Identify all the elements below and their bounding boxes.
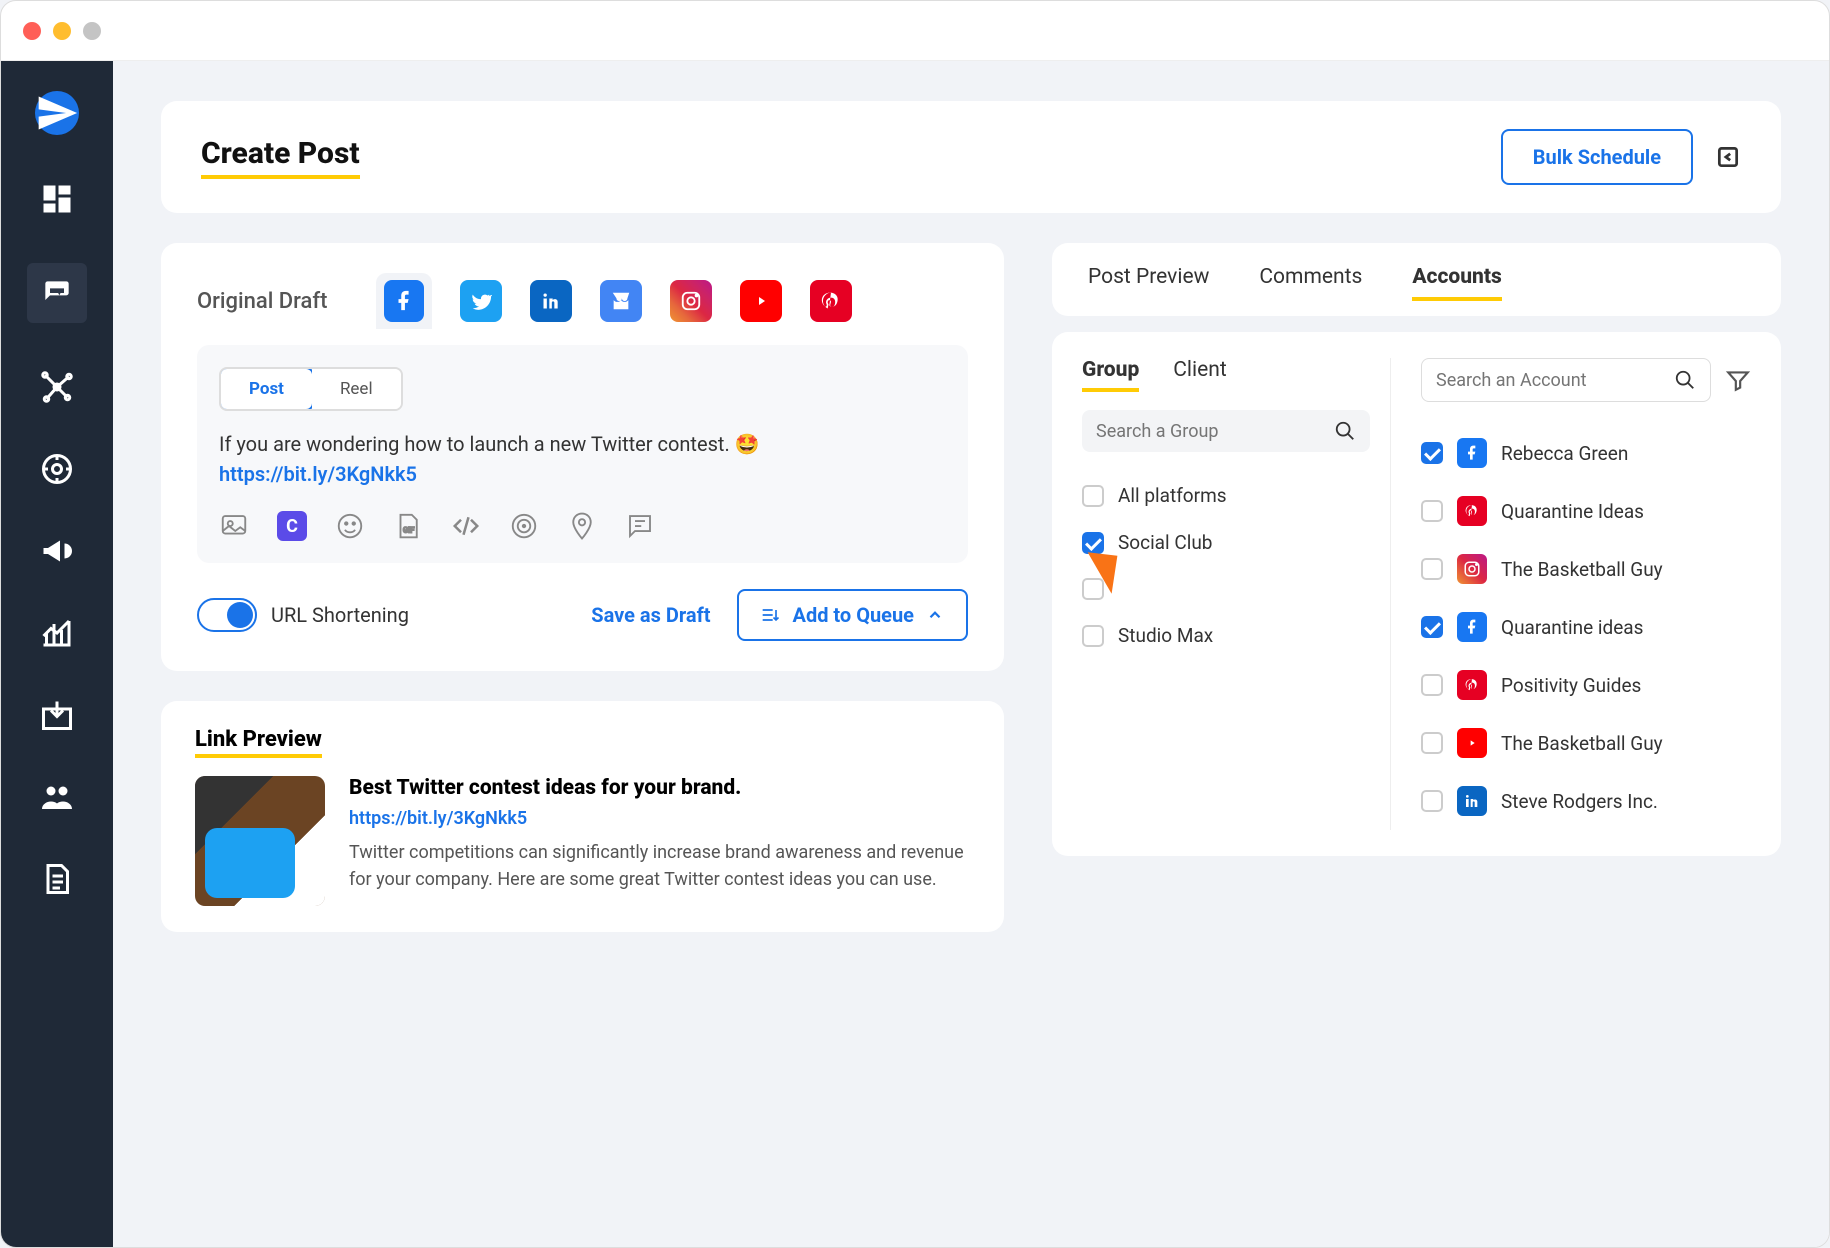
account-checkbox[interactable]: [1421, 732, 1443, 754]
link-preview-title: Link Preview: [195, 727, 322, 758]
collapse-icon[interactable]: [1715, 144, 1741, 170]
account-search-input[interactable]: [1436, 370, 1664, 391]
page-title: Create Post: [201, 136, 360, 179]
accounts-card: Group Client All platforms Social Club: [1052, 332, 1781, 856]
add-to-queue-label: Add to Queue: [793, 603, 915, 627]
media-icon[interactable]: [219, 511, 249, 541]
comment-icon[interactable]: [625, 511, 655, 541]
location-icon[interactable]: [567, 511, 597, 541]
subtab-client[interactable]: Client: [1173, 358, 1226, 392]
account-item[interactable]: Quarantine ideas: [1421, 598, 1751, 656]
original-draft-label: Original Draft: [197, 289, 328, 314]
tab-post-preview[interactable]: Post Preview: [1088, 265, 1209, 301]
platform-facebook[interactable]: [376, 273, 432, 329]
post-text-area[interactable]: If you are wondering how to launch a new…: [219, 429, 946, 489]
subtab-group[interactable]: Group: [1082, 358, 1139, 392]
analytics-icon[interactable]: [39, 615, 75, 651]
url-shortening-label: URL Shortening: [271, 603, 409, 627]
seg-reel[interactable]: Reel: [312, 369, 401, 409]
account-name: Positivity Guides: [1501, 674, 1641, 697]
bulk-schedule-button[interactable]: Bulk Schedule: [1501, 129, 1693, 185]
network-icon[interactable]: [39, 369, 75, 405]
account-item[interactable]: The Basketball Guy: [1421, 540, 1751, 598]
account-checkbox[interactable]: [1421, 500, 1443, 522]
target-icon[interactable]: [509, 511, 539, 541]
account-checkbox[interactable]: [1421, 616, 1443, 638]
gif-icon[interactable]: GIF: [393, 511, 423, 541]
window-close-icon[interactable]: [23, 22, 41, 40]
search-icon: [1334, 420, 1356, 442]
platform-youtube[interactable]: [740, 280, 782, 322]
link-preview-card: Link Preview Best Twitter contest ideas …: [161, 701, 1004, 932]
link-preview-url[interactable]: https://bit.ly/3KgNkk5: [349, 808, 527, 829]
platform-linkedin[interactable]: [530, 280, 572, 322]
post-type-segment: Post Reel: [219, 367, 403, 411]
url-shortening-toggle[interactable]: [197, 598, 257, 632]
emoji-star-struck: 🤩: [735, 432, 760, 456]
link-preview-desc: Twitter competitions can significantly i…: [349, 839, 970, 893]
canva-icon[interactable]: C: [277, 511, 307, 541]
link-preview-headline: Best Twitter contest ideas for your bran…: [349, 776, 970, 800]
support-icon[interactable]: [39, 451, 75, 487]
platform-gmb[interactable]: [600, 280, 642, 322]
account-item[interactable]: Quarantine Ideas: [1421, 482, 1751, 540]
svg-text:GIF: GIF: [403, 525, 414, 534]
account-name: Quarantine ideas: [1501, 616, 1643, 639]
platform-twitter[interactable]: [460, 280, 502, 322]
link-preview-image: [195, 776, 325, 906]
account-checkbox[interactable]: [1421, 674, 1443, 696]
dashboard-icon[interactable]: [39, 181, 75, 217]
group-studio-max[interactable]: Studio Max: [1082, 612, 1370, 659]
tab-accounts[interactable]: Accounts: [1412, 265, 1501, 301]
group-blank[interactable]: [1082, 566, 1370, 612]
team-icon[interactable]: [39, 779, 75, 815]
editor-card: Original Draft Post R: [161, 243, 1004, 671]
tab-comments[interactable]: Comments: [1259, 265, 1362, 301]
account-name: Steve Rodgers Inc.: [1501, 790, 1658, 813]
window-titlebar: [1, 1, 1829, 61]
compose-icon[interactable]: [27, 263, 87, 323]
account-name: Rebecca Green: [1501, 442, 1628, 465]
add-to-queue-button[interactable]: Add to Queue: [737, 589, 969, 641]
save-draft-button[interactable]: Save as Draft: [591, 603, 710, 627]
account-item[interactable]: The Basketball Guy: [1421, 714, 1751, 772]
inbox-icon[interactable]: [39, 697, 75, 733]
window-minimize-icon[interactable]: [53, 22, 71, 40]
account-name: The Basketball Guy: [1501, 558, 1663, 581]
account-item[interactable]: Rebecca Green: [1421, 424, 1751, 482]
group-social-club[interactable]: Social Club: [1082, 519, 1370, 566]
post-text-content: If you are wondering how to launch a new…: [219, 432, 735, 456]
account-item[interactable]: Steve Rodgers Inc.: [1421, 772, 1751, 830]
app-logo-icon[interactable]: [35, 91, 79, 135]
document-icon[interactable]: [39, 861, 75, 897]
code-icon[interactable]: [451, 511, 481, 541]
account-name: Quarantine Ideas: [1501, 500, 1644, 523]
window-maximize-icon[interactable]: [83, 22, 101, 40]
editor-body: Post Reel If you are wondering how to la…: [197, 345, 968, 563]
megaphone-icon[interactable]: [39, 533, 75, 569]
emoji-icon[interactable]: [335, 511, 365, 541]
group-search-box[interactable]: [1082, 410, 1370, 452]
search-icon: [1674, 369, 1696, 391]
platform-pinterest[interactable]: [810, 280, 852, 322]
filter-icon[interactable]: [1725, 367, 1751, 393]
group-search-input[interactable]: [1096, 421, 1324, 442]
account-checkbox[interactable]: [1421, 558, 1443, 580]
right-panel: Post Preview Comments Accounts: [1052, 243, 1781, 316]
sidebar: [1, 61, 113, 1247]
account-search-box[interactable]: [1421, 358, 1711, 402]
account-checkbox[interactable]: [1421, 442, 1443, 464]
account-item[interactable]: Positivity Guides: [1421, 656, 1751, 714]
page-header: Create Post Bulk Schedule: [161, 101, 1781, 213]
group-all-platforms[interactable]: All platforms: [1082, 472, 1370, 519]
account-name: The Basketball Guy: [1501, 732, 1663, 755]
accounts-list: Rebecca Green Quarantine Ideas The Basketb…: [1421, 424, 1751, 830]
account-checkbox[interactable]: [1421, 790, 1443, 812]
seg-post[interactable]: Post: [219, 367, 314, 411]
post-link[interactable]: https://bit.ly/3KgNkk5: [219, 462, 417, 486]
platform-instagram[interactable]: [670, 280, 712, 322]
app-window: Create Post Bulk Schedule Original Draft: [0, 0, 1830, 1248]
